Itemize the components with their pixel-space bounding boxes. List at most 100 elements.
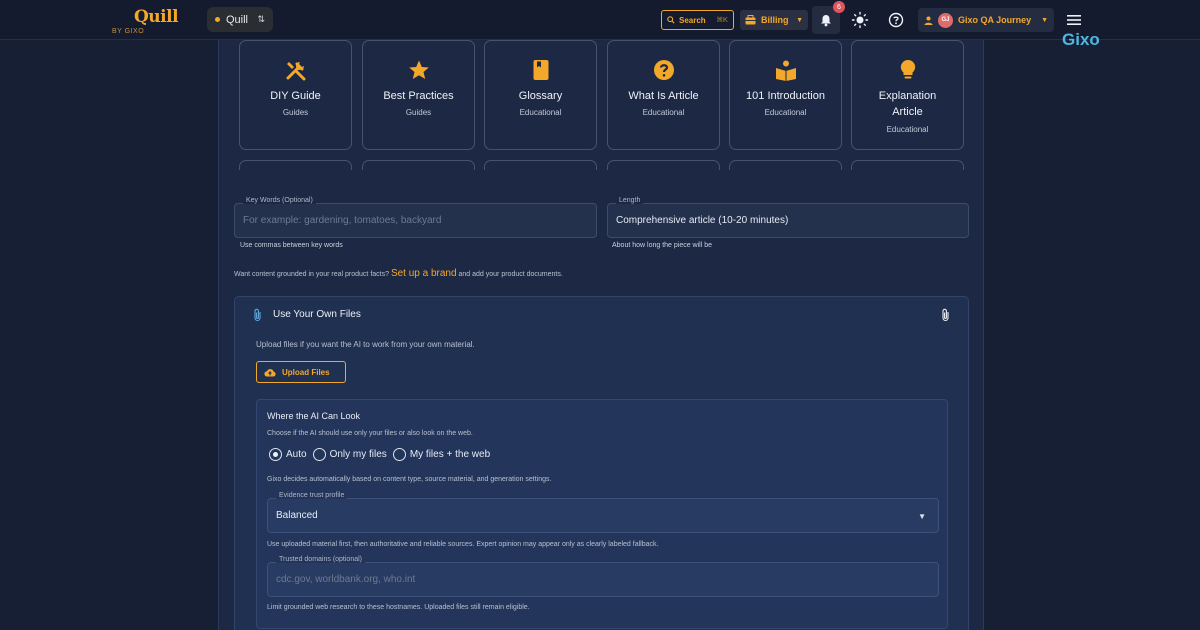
help-button[interactable] [887, 11, 905, 29]
article-type-card[interactable] [362, 160, 475, 170]
card-category: Educational [519, 108, 562, 117]
card-category: Educational [764, 108, 807, 117]
person-icon [924, 16, 933, 25]
radio-auto[interactable]: Auto [269, 448, 307, 461]
length-helper: About how long the piece will be [612, 242, 713, 249]
radio-label: Auto [286, 449, 307, 460]
billing-menu-button[interactable]: Billing ▼ [740, 10, 808, 30]
theme-toggle-button[interactable] [851, 11, 869, 29]
where-description: Choose if the AI should use only your fi… [267, 430, 473, 437]
search-shortcut: ⌘K [716, 17, 728, 24]
article-type-card[interactable] [851, 160, 964, 170]
grounding-note: Want content grounded in your real produ… [234, 268, 563, 279]
upload-label: Upload Files [282, 367, 330, 377]
keywords-input[interactable]: Key Words (Optional) For example: garden… [234, 197, 597, 238]
card-category: Guides [405, 108, 432, 117]
notification-count-badge: 6 [833, 1, 845, 13]
source-radio-group: Auto Only my files My files + the web [269, 448, 492, 461]
card-title: Explanation Article [878, 90, 937, 118]
card-title: 101 Introduction [746, 90, 825, 102]
hamburger-menu-button[interactable] [1067, 13, 1082, 27]
trust-value: Balanced [276, 510, 318, 521]
billing-icon [745, 15, 756, 25]
search-icon [667, 16, 675, 24]
radio-unselected-icon [312, 448, 326, 461]
domains-note: Limit grounded web research to these hos… [267, 604, 530, 611]
card-category: Educational [642, 108, 685, 117]
lightbulb-icon [900, 59, 916, 79]
domains-label: Trusted domains (optional) [276, 556, 366, 563]
top-bar: Quill BY GIXO Quill ⇅ Search ⌘K Billing … [0, 0, 1200, 40]
article-type-card[interactable] [484, 160, 597, 170]
trust-note: Use uploaded material first, then author… [267, 541, 659, 548]
logo-text: Quill [134, 7, 179, 27]
upload-files-button[interactable]: Upload Files [256, 361, 346, 383]
caret-down-icon: ▼ [796, 16, 803, 24]
card-title: Best Practices [383, 90, 454, 102]
reader-icon [776, 60, 796, 81]
paperclip-icon [254, 308, 261, 322]
content-panel: DIY Guide Guides Best Practices Guides G… [218, 40, 984, 630]
card-title: What Is Article [628, 90, 699, 102]
length-label: Length [616, 197, 644, 204]
length-select[interactable]: Length Comprehensive article (10-20 minu… [607, 197, 969, 238]
sun-icon [851, 11, 869, 29]
article-type-card[interactable]: DIY Guide Guides [239, 40, 352, 150]
radio-label: My files + the web [409, 449, 491, 460]
cloud-upload-icon [264, 368, 276, 376]
workspace-dot-icon [215, 17, 220, 22]
avatar: GJ [938, 12, 953, 28]
grounding-suffix: and add your product documents. [458, 271, 563, 278]
app-logo[interactable]: Quill BY GIXO [110, 5, 180, 37]
where-ai-looks-section: Where the AI Can Look Choose if the AI s… [256, 399, 948, 629]
user-menu-button[interactable]: GJ Gixo QA Journey ▼ [918, 8, 1054, 32]
length-value: Comprehensive article (10-20 minutes) [616, 215, 789, 226]
logo-subtitle: BY GIXO [112, 28, 145, 35]
trust-profile-select[interactable]: Evidence trust profile Balanced ▼ [267, 492, 939, 533]
card-category: Educational [886, 125, 929, 134]
files-title: Use Your Own Files [273, 309, 361, 320]
article-type-card[interactable] [607, 160, 720, 170]
where-title: Where the AI Can Look [267, 411, 361, 421]
caret-down-icon: ▼ [918, 512, 926, 521]
radio-files-and-web[interactable]: My files + the web [392, 448, 491, 461]
mode-note: Gixo decides automatically based on cont… [267, 476, 552, 483]
caret-down-icon: ▼ [1041, 16, 1048, 24]
setup-brand-link[interactable]: Set up a brand [391, 268, 457, 279]
trusted-domains-input[interactable]: Trusted domains (optional) cdc.gov, worl… [267, 556, 939, 597]
article-type-card[interactable] [239, 160, 352, 170]
radio-selected-icon [269, 448, 282, 461]
radio-only-my-files[interactable]: Only my files [312, 448, 387, 461]
menu-icon [1067, 15, 1081, 25]
workspace-select[interactable]: Quill ⇅ [207, 7, 273, 32]
article-type-card[interactable]: What Is Article Educational [607, 40, 720, 150]
keywords-label: Key Words (Optional) [243, 197, 316, 204]
article-type-card[interactable]: Glossary Educational [484, 40, 597, 150]
radio-unselected-icon [392, 448, 406, 461]
workspace-label: Quill [226, 13, 249, 26]
files-description: Upload files if you want the AI to work … [256, 340, 475, 349]
help-icon [888, 12, 904, 28]
attach-toggle-icon[interactable] [941, 308, 950, 322]
search-button[interactable]: Search ⌘K [661, 10, 734, 30]
user-name: Gixo QA Journey [958, 15, 1032, 25]
search-label: Search [679, 15, 706, 25]
article-type-card[interactable]: Best Practices Guides [362, 40, 475, 150]
article-type-card[interactable] [729, 160, 842, 170]
star-icon [409, 60, 429, 79]
card-title: DIY Guide [270, 90, 321, 102]
article-type-card[interactable]: Explanation Article Educational [851, 40, 964, 150]
domains-placeholder: cdc.gov, worldbank.org, who.int [276, 574, 416, 585]
bell-icon [821, 14, 831, 26]
own-files-section: Use Your Own Files Upload files if you w… [234, 296, 969, 630]
tools-icon [286, 62, 306, 81]
grounding-prefix: Want content grounded in your real produ… [234, 271, 389, 278]
book-icon [533, 60, 549, 80]
keywords-placeholder: For example: gardening, tomatoes, backya… [243, 215, 442, 226]
brand-label: Gixo [1062, 30, 1100, 49]
updown-chevron-icon: ⇅ [257, 14, 265, 24]
radio-label: Only my files [329, 449, 387, 460]
article-type-card[interactable]: 101 Introduction Educational [729, 40, 842, 150]
card-title: Glossary [518, 90, 563, 102]
question-icon [654, 60, 674, 80]
